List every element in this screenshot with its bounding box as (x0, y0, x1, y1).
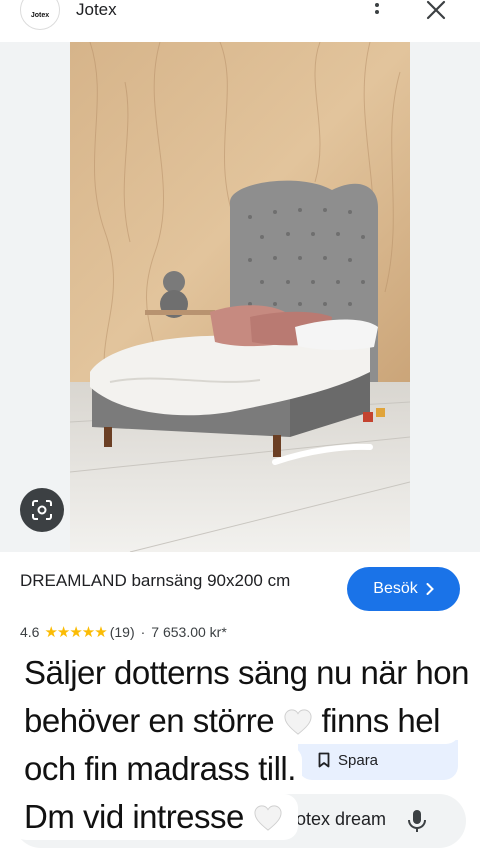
overlay-line-2b: finns hel (321, 702, 441, 739)
overlay-line-2a: behöver en större (24, 702, 275, 739)
visit-label: Besök (373, 580, 418, 597)
price: 7 653.00 kr* (151, 624, 227, 640)
site-name[interactable]: Jotex (76, 0, 117, 20)
top-bar: Jotex Jotex (0, 0, 480, 42)
product-title[interactable]: DREAMLAND barnsäng 90x200 cm (20, 568, 330, 593)
more-vert-icon[interactable] (366, 0, 388, 24)
white-heart-icon (254, 805, 282, 831)
product-meta: 4.6 ★★★★★ (19) · 7 653.00 kr* (20, 624, 227, 641)
google-lens-icon[interactable] (20, 488, 64, 532)
microphone-icon[interactable] (406, 808, 428, 834)
product-image[interactable] (70, 42, 410, 552)
white-heart-icon (284, 709, 312, 735)
overlay-line-1: Säljer dotterns säng nu när hon (12, 650, 469, 696)
rating-value: 4.6 (20, 624, 40, 640)
overlay-line-3: och fin madrass till. (12, 746, 302, 792)
close-icon[interactable] (424, 0, 448, 22)
overlay-line-4-text: Dm vid intresse (24, 798, 244, 835)
save-label: Spara (338, 751, 379, 769)
image-viewer (0, 42, 480, 552)
overlay-line-2: behöver en större finns hel (12, 698, 460, 744)
visit-button[interactable]: Besök (347, 567, 460, 611)
star-rating-icon: ★★★★★ (44, 624, 107, 641)
search-query[interactable]: otex dream (296, 809, 386, 830)
bookmark-icon (318, 752, 330, 768)
logo-text: Jotex (30, 11, 50, 19)
save-button[interactable]: Spara (298, 740, 458, 780)
site-logo[interactable]: Jotex (20, 0, 60, 30)
overlay-line-4: Dm vid intresse (12, 794, 298, 840)
review-count: (19) (109, 624, 135, 640)
chevron-right-icon (426, 583, 434, 595)
